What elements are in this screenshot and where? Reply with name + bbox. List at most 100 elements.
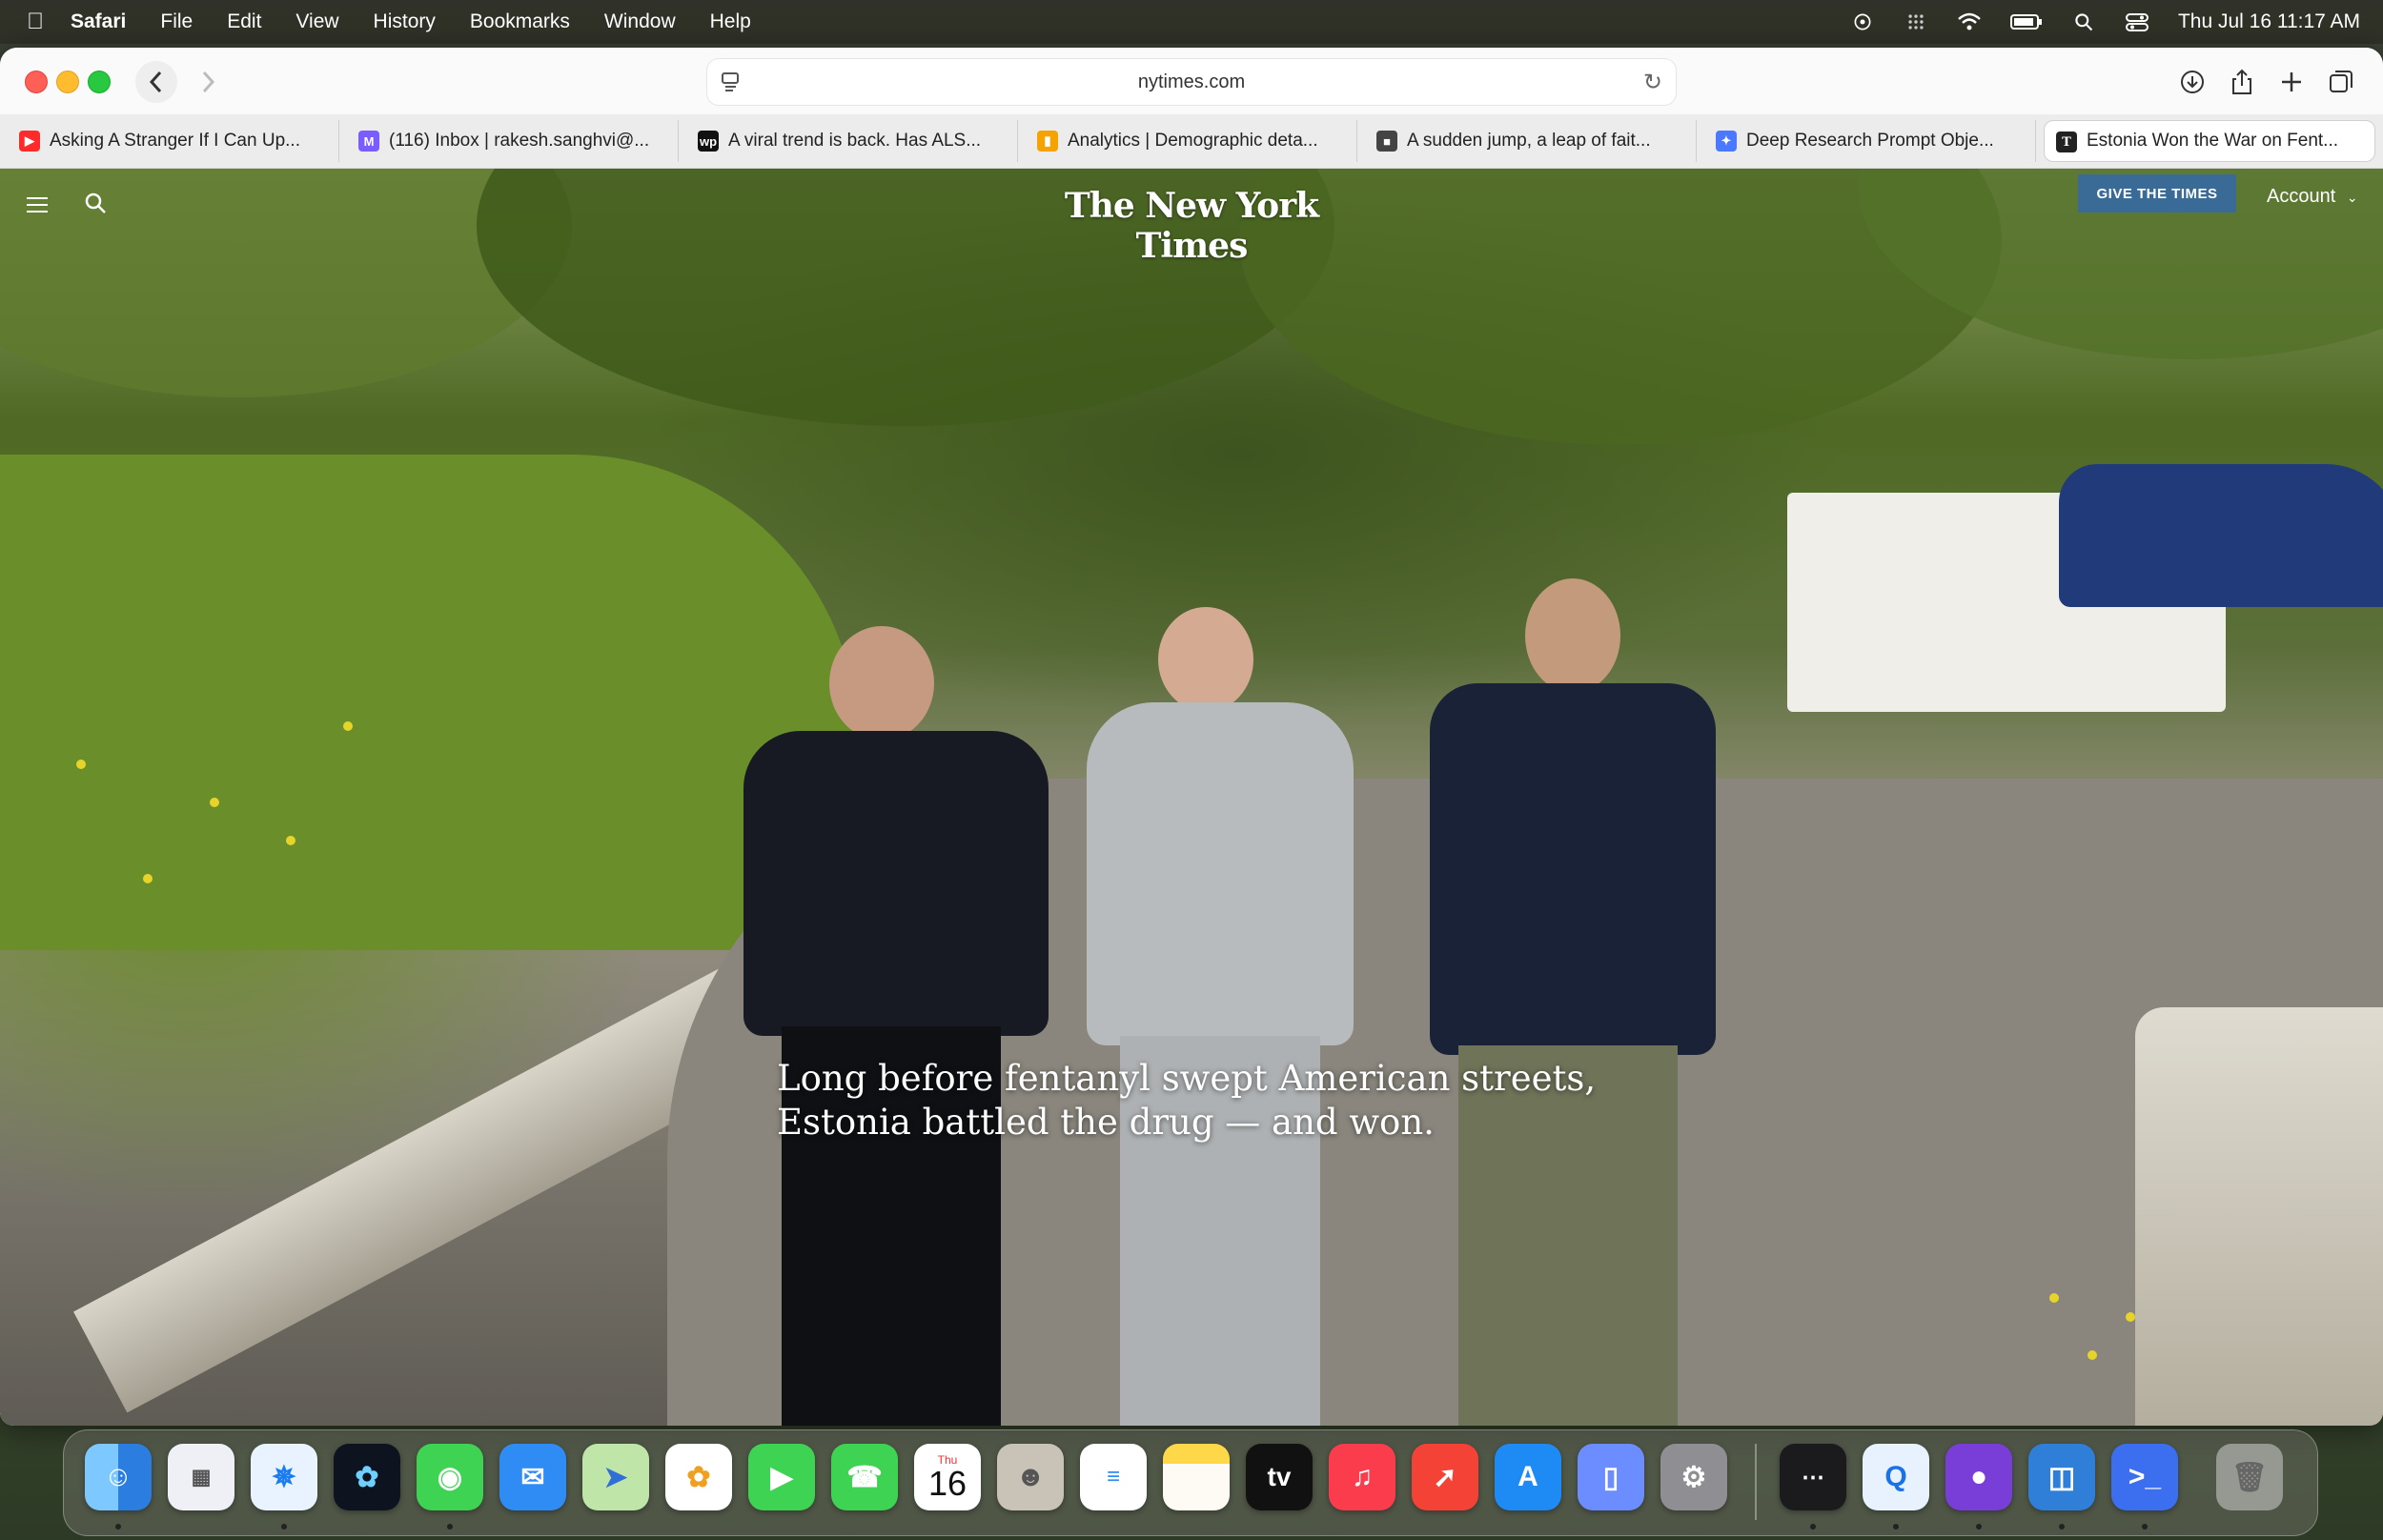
dock-separator <box>1755 1444 1757 1520</box>
address-url: nytimes.com <box>1137 71 1246 92</box>
menu-view[interactable]: View <box>295 10 338 33</box>
chevron-right-icon <box>202 71 215 93</box>
mail-icon[interactable]: ✉ <box>499 1444 566 1510</box>
system-settings-icon[interactable]: ⚙ <box>1660 1444 1727 1510</box>
downloads-button[interactable] <box>2173 63 2211 101</box>
rocket-app-icon[interactable]: ➚ <box>1412 1444 1478 1510</box>
menu-bookmarks[interactable]: Bookmarks <box>470 10 570 33</box>
nyt-header: The New York Times GIVE THE TIMES Accoun… <box>0 169 2383 266</box>
wifi-icon[interactable] <box>1957 11 1982 32</box>
safari-icon[interactable]: ✵ <box>251 1444 317 1510</box>
gemini-favicon-icon: ✦ <box>1716 131 1737 152</box>
chatgpt-icon[interactable] <box>1850 11 1875 32</box>
share-icon <box>2232 69 2251 94</box>
calendar-day-label: 16 <box>927 1464 967 1503</box>
quick-share-icon[interactable]: Q <box>1863 1444 1929 1510</box>
minimize-window-button[interactable] <box>56 71 79 93</box>
facetime-icon[interactable]: ▶ <box>748 1444 815 1510</box>
account-menu[interactable]: Account ⌄ <box>2267 186 2358 208</box>
zoom-window-button[interactable] <box>88 71 111 93</box>
wapo-favicon-icon: wp <box>698 131 719 152</box>
app-store-icon[interactable]: A <box>1495 1444 1561 1510</box>
database-app-icon[interactable]: ◫ <box>2028 1444 2095 1510</box>
tab-title: Estonia Won the War on Fent... <box>2087 131 2339 151</box>
github-desktop-icon[interactable]: ● <box>1945 1444 2012 1510</box>
safari-toolbar: nytimes.com ↻ <box>0 48 2383 114</box>
reload-icon[interactable]: ↻ <box>1643 69 1662 96</box>
tab-washington-post[interactable]: wp A viral trend is back. Has ALS... <box>686 120 1018 162</box>
tab-bar: ▶ Asking A Stranger If I Can Up... M (11… <box>0 114 2383 169</box>
share-button[interactable] <box>2223 63 2261 101</box>
tab-youtube[interactable]: ▶ Asking A Stranger If I Can Up... <box>8 120 339 162</box>
maps-icon[interactable]: ➤ <box>582 1444 649 1510</box>
finder-icon[interactable]: ☺ <box>85 1444 152 1510</box>
photos-icon[interactable]: ✿ <box>665 1444 732 1510</box>
tab-title: A viral trend is back. Has ALS... <box>728 131 982 151</box>
spotlight-search-icon[interactable] <box>2071 11 2096 32</box>
apple-tv-icon[interactable]: tv <box>1246 1444 1313 1510</box>
finder-running-indicator <box>115 1524 121 1530</box>
person-middle <box>1068 607 1373 1426</box>
tab-nyt-estonia[interactable]: T Estonia Won the War on Fent... <box>2044 120 2375 162</box>
give-the-times-button[interactable]: GIVE THE TIMES <box>2078 174 2236 213</box>
mail-favicon-icon: M <box>358 131 379 152</box>
menu-bar:  Safari File Edit View History Bookmark… <box>0 0 2383 44</box>
launchpad-icon[interactable]: ▦ <box>168 1444 234 1510</box>
nyt-logo[interactable]: The New York Times <box>1039 186 1344 266</box>
grid-icon[interactable] <box>1904 11 1928 32</box>
close-window-button[interactable] <box>25 71 48 93</box>
terminal-running-indicator <box>2142 1524 2148 1530</box>
messages-running-indicator <box>447 1524 453 1530</box>
music-icon[interactable]: ♫ <box>1329 1444 1395 1510</box>
battery-icon[interactable] <box>2009 11 2043 32</box>
analytics-favicon-icon: ▮ <box>1037 131 1058 152</box>
address-bar[interactable]: nytimes.com ↻ <box>707 59 1676 105</box>
menu-window[interactable]: Window <box>604 10 676 33</box>
safari-window: nytimes.com ↻ ▶ Asking A Stranger If I C… <box>0 48 2383 1426</box>
database-running-indicator <box>2059 1524 2065 1530</box>
menu-help[interactable]: Help <box>710 10 751 33</box>
menu-history[interactable]: History <box>374 10 436 33</box>
control-center-icon[interactable] <box>2125 11 2149 32</box>
tab-inbox[interactable]: M (116) Inbox | rakesh.sanghvi@... <box>347 120 679 162</box>
tab-title: Analytics | Demographic deta... <box>1068 131 1318 151</box>
tab-deep-research[interactable]: ✦ Deep Research Prompt Obje... <box>1704 120 2036 162</box>
menu-clock[interactable]: Thu Jul 16 11:17 AM <box>2178 10 2360 33</box>
tab-sudden-jump[interactable]: ■ A sudden jump, a leap of fait... <box>1365 120 1697 162</box>
menu-edit[interactable]: Edit <box>227 10 261 33</box>
page-menu-icon[interactable] <box>721 71 742 93</box>
search-icon[interactable] <box>84 192 109 216</box>
quick-share-running-indicator <box>1893 1524 1899 1530</box>
iphone-mirroring-icon[interactable]: ▯ <box>1578 1444 1644 1510</box>
messages-icon[interactable]: ◉ <box>417 1444 483 1510</box>
nyt-page: The New York Times GIVE THE TIMES Accoun… <box>0 169 2383 1426</box>
back-button[interactable] <box>135 61 177 103</box>
menu-file[interactable]: File <box>160 10 193 33</box>
phone-icon[interactable]: ☎ <box>831 1444 898 1510</box>
hamburger-menu-icon[interactable] <box>27 197 48 213</box>
perplexity-icon[interactable]: ✿ <box>334 1444 400 1510</box>
menu-app-name[interactable]: Safari <box>71 10 126 33</box>
trash-icon[interactable]: 🗑 <box>2216 1444 2283 1510</box>
chevron-down-icon: ⌄ <box>2346 190 2358 205</box>
cube-favicon-icon: ■ <box>1376 131 1397 152</box>
person-right <box>1334 578 1754 1426</box>
terminal-app-icon[interactable]: >_ <box>2111 1444 2178 1510</box>
reminders-icon[interactable]: ≡ <box>1080 1444 1147 1510</box>
notes-icon[interactable] <box>1163 1444 1230 1510</box>
contacts-icon[interactable]: ☻ <box>997 1444 1064 1510</box>
calendar-icon[interactable]: Thu 16 <box>914 1444 981 1510</box>
apple-menu-icon[interactable]:  <box>27 9 44 35</box>
app-grid-icon[interactable]: ⋯ <box>1780 1444 1846 1510</box>
github-running-indicator <box>1976 1524 1982 1530</box>
tab-overview-button[interactable] <box>2322 63 2360 101</box>
apple-tv-label: tv <box>1267 1462 1292 1491</box>
story-headline[interactable]: Long before fentanyl swept American stre… <box>777 1057 1635 1145</box>
dock: ☺ ▦ ✵ ✿ ◉ ✉ ➤ ✿ ▶ ☎ Thu 16 ☻ ≡ tv ♫ ➚ A … <box>63 1429 2318 1536</box>
forward-button[interactable] <box>187 61 229 103</box>
plus-icon <box>2282 72 2301 91</box>
tab-title: (116) Inbox | rakesh.sanghvi@... <box>389 131 650 151</box>
tab-analytics[interactable]: ▮ Analytics | Demographic deta... <box>1026 120 1357 162</box>
new-tab-button[interactable] <box>2272 63 2311 101</box>
account-label: Account <box>2267 186 2336 207</box>
